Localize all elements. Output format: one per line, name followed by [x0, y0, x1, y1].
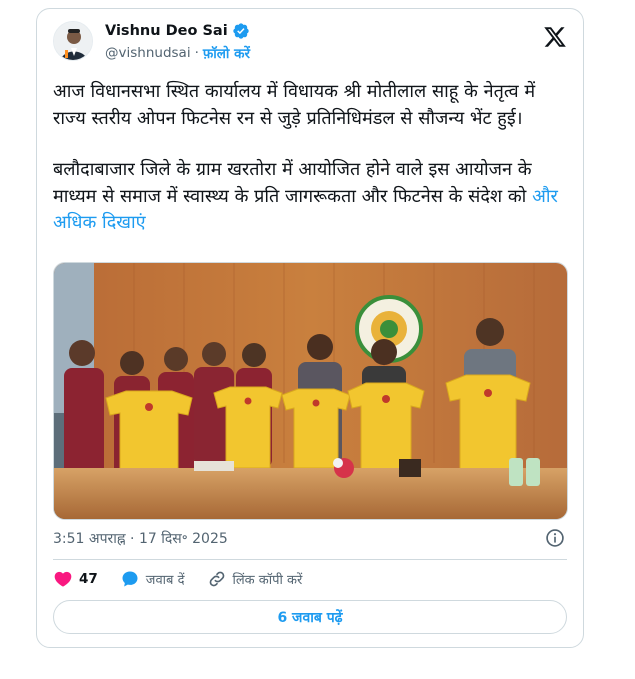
tweet-photo[interactable] — [53, 262, 568, 520]
tweet-paragraph-2: बलौदाबाजार जिले के ग्राम खरतोरा में आयोज… — [53, 157, 567, 237]
tweet-card: Vishnu Deo Sai @vishnudsai · फ़ॉलो करें … — [36, 8, 584, 648]
copy-link-label: लिंक कॉपी करें — [232, 573, 303, 588]
tweet-timestamp[interactable]: 3:51 अपराह्न · 17 दिस॰ 2025 — [53, 529, 228, 548]
tweet-actions: 47 जवाब दें लिंक कॉपी करें — [53, 567, 324, 591]
tweet-text: आज विधानसभा स्थित कार्यालय में विधायक श्… — [53, 79, 567, 237]
separator-dot: · — [194, 45, 199, 61]
divider — [53, 559, 567, 560]
x-logo-icon[interactable] — [543, 25, 567, 49]
tweet-header: Vishnu Deo Sai @vishnudsai · फ़ॉलो करें — [53, 21, 567, 69]
info-icon[interactable] — [545, 528, 565, 548]
reply-bubble-icon — [122, 571, 138, 587]
author-handle[interactable]: @vishnudsai — [105, 45, 191, 61]
photo-image — [54, 263, 567, 519]
reply-button[interactable]: जवाब दें — [120, 569, 185, 589]
link-icon — [209, 571, 224, 587]
author-display-name[interactable]: Vishnu Deo Sai — [105, 23, 228, 39]
tweet-paragraph-2-text: बलौदाबाजार जिले के ग्राम खरतोरा में आयोज… — [53, 159, 532, 207]
tweet-paragraph-1: आज विधानसभा स्थित कार्यालय में विधायक श्… — [53, 81, 536, 129]
avatar[interactable] — [53, 21, 93, 61]
reply-label: जवाब दें — [145, 573, 185, 588]
verified-badge-icon — [232, 23, 249, 39]
author-info: Vishnu Deo Sai @vishnudsai · फ़ॉलो करें — [105, 21, 250, 62]
like-count: 47 — [79, 571, 98, 587]
follow-button[interactable]: फ़ॉलो करें — [203, 44, 250, 62]
heart-icon — [54, 571, 72, 587]
read-replies-button[interactable]: 6 जवाब पढ़ें — [53, 600, 567, 634]
like-button[interactable]: 47 — [53, 569, 98, 589]
copy-link-button[interactable]: लिंक कॉपी करें — [207, 569, 303, 589]
